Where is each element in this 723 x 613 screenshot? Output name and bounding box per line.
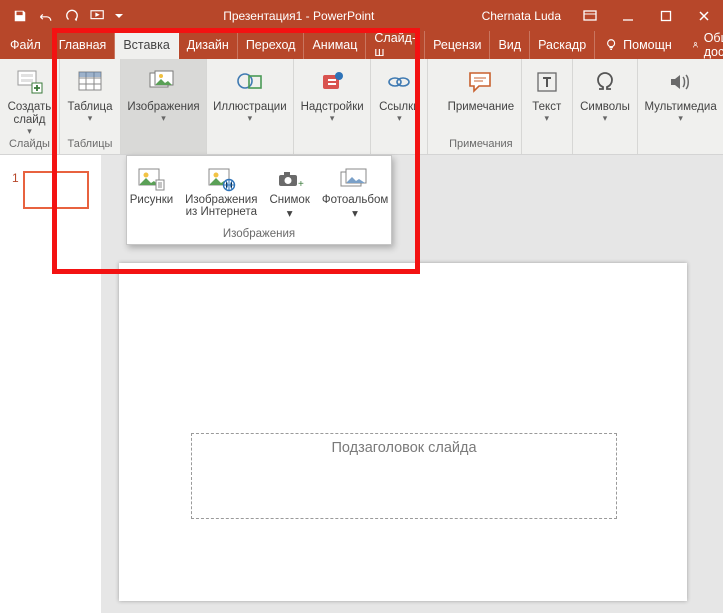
window-buttons — [571, 0, 723, 31]
maximize-button[interactable] — [647, 0, 685, 31]
slide-thumb-preview[interactable] — [23, 171, 89, 209]
table-icon — [73, 65, 107, 99]
ribbon-display-options-icon[interactable] — [571, 0, 609, 31]
images-dropdown: Рисунки Изображения из Интернета + Снимо… — [126, 155, 392, 245]
table-button[interactable]: Таблица ▾ — [63, 61, 116, 122]
group-tables-label: Таблицы — [68, 138, 113, 154]
group-comments: Примечание Примечания — [441, 59, 522, 154]
group-tables: Таблица ▾ Таблицы — [60, 59, 121, 154]
group-comments-label: Примечания — [449, 138, 513, 154]
text-box-icon — [530, 65, 564, 99]
symbols-button[interactable]: Символы ▾ — [573, 59, 638, 154]
chevron-down-icon: ▾ — [88, 114, 93, 122]
photo-album-button[interactable]: Фотоальбом ▾ — [316, 162, 394, 222]
photo-album-icon — [338, 164, 372, 194]
screenshot-label: Снимок — [269, 194, 309, 206]
ribbon: Создать слайд ▾ Слайды Таблица ▾ Таблицы… — [0, 59, 723, 155]
addins-button[interactable]: Надстройки ▾ — [294, 59, 372, 154]
pictures-label: Рисунки — [130, 194, 173, 206]
shapes-icon — [233, 65, 267, 99]
comment-label: Примечание — [448, 101, 515, 114]
user-name: Chernata Luda — [472, 9, 571, 23]
tell-me-label: Помощн — [623, 38, 672, 52]
new-slide-button[interactable]: Создать слайд ▾ — [4, 61, 56, 135]
images-icon — [146, 65, 180, 99]
photo-album-label: Фотоальбом — [322, 194, 388, 206]
chevron-down-icon: ▾ — [397, 114, 402, 122]
tab-slideshow[interactable]: Слайд-ш — [366, 31, 425, 59]
images-split-button[interactable]: Изображения ▾ — [121, 59, 207, 154]
ribbon-tabs: Файл Главная Вставка Дизайн Переход Аним… — [0, 31, 723, 59]
slide-number: 1 — [12, 171, 19, 185]
svg-text:+: + — [298, 179, 304, 190]
tab-file[interactable]: Файл — [0, 31, 51, 59]
quick-access-toolbar — [0, 4, 126, 28]
omega-icon — [588, 65, 622, 99]
tab-storyboard[interactable]: Раскадр — [530, 31, 595, 59]
screenshot-button[interactable]: + Снимок ▾ — [263, 162, 315, 222]
chevron-down-icon: ▾ — [330, 114, 335, 122]
undo-button[interactable] — [34, 4, 58, 28]
tab-transitions[interactable]: Переход — [238, 31, 305, 59]
slides-thumbnail-pane[interactable]: 1 — [0, 155, 101, 613]
chevron-down-icon: ▾ — [603, 114, 608, 122]
tab-home[interactable]: Главная — [51, 31, 116, 59]
share-button[interactable]: Общий доступ — [682, 31, 723, 59]
tab-view[interactable]: Вид — [490, 31, 530, 59]
minimize-button[interactable] — [609, 0, 647, 31]
chevron-down-icon: ▾ — [287, 206, 293, 220]
pictures-button[interactable]: Рисунки — [124, 162, 179, 222]
chevron-down-icon: ▾ — [248, 114, 253, 122]
chevron-down-icon: ▾ — [161, 114, 166, 122]
tab-review[interactable]: Рецензи — [425, 31, 490, 59]
picture-file-icon — [134, 164, 168, 194]
comment-button[interactable]: Примечание — [444, 61, 519, 114]
new-slide-label: Создать слайд — [8, 101, 52, 127]
camera-icon: + — [273, 164, 307, 194]
media-button[interactable]: Мультимедиа ▾ — [638, 59, 723, 154]
share-icon — [692, 38, 700, 52]
links-button[interactable]: Ссылки ▾ — [371, 59, 428, 154]
chevron-down-icon: ▾ — [544, 114, 549, 122]
tell-me-search[interactable]: Помощн — [595, 31, 682, 59]
online-pictures-label: Изображения из Интернета — [185, 194, 257, 218]
group-slides-label: Слайды — [9, 138, 50, 154]
redo-icon[interactable] — [60, 4, 84, 28]
addin-icon — [315, 65, 349, 99]
link-icon — [382, 65, 416, 99]
chevron-down-icon: ▾ — [352, 206, 358, 220]
subtitle-placeholder-text: Подзаголовок слайда — [331, 440, 476, 456]
qat-customize-icon[interactable] — [112, 4, 126, 28]
slideshow-from-start-icon[interactable] — [86, 4, 110, 28]
dropdown-group-label: Изображения — [223, 228, 295, 240]
new-slide-icon — [12, 65, 46, 99]
tab-design[interactable]: Дизайн — [179, 31, 238, 59]
document-title: Презентация1 - PowerPoint — [126, 9, 472, 23]
speaker-icon — [664, 65, 698, 99]
slide-canvas[interactable]: Подзаголовок слайда — [119, 263, 687, 601]
online-pictures-button[interactable]: Изображения из Интернета — [179, 162, 263, 222]
save-icon[interactable] — [8, 4, 32, 28]
title-bar: Презентация1 - PowerPoint Chernata Luda — [0, 0, 723, 31]
subtitle-placeholder[interactable]: Подзаголовок слайда — [191, 433, 617, 519]
lightbulb-icon — [605, 38, 619, 52]
slide-thumbnail[interactable]: 1 — [0, 171, 101, 209]
online-pictures-icon — [204, 164, 238, 194]
close-button[interactable] — [685, 0, 723, 31]
illustrations-button[interactable]: Иллюстрации ▾ — [207, 59, 294, 154]
text-button[interactable]: Текст ▾ — [522, 59, 573, 154]
group-slides: Создать слайд ▾ Слайды — [0, 59, 60, 154]
tab-insert[interactable]: Вставка — [115, 31, 178, 59]
share-label: Общий доступ — [704, 31, 723, 59]
chevron-down-icon: ▾ — [678, 114, 683, 122]
comment-icon — [464, 65, 498, 99]
chevron-down-icon: ▾ — [27, 127, 32, 135]
tab-animations[interactable]: Анимац — [304, 31, 366, 59]
